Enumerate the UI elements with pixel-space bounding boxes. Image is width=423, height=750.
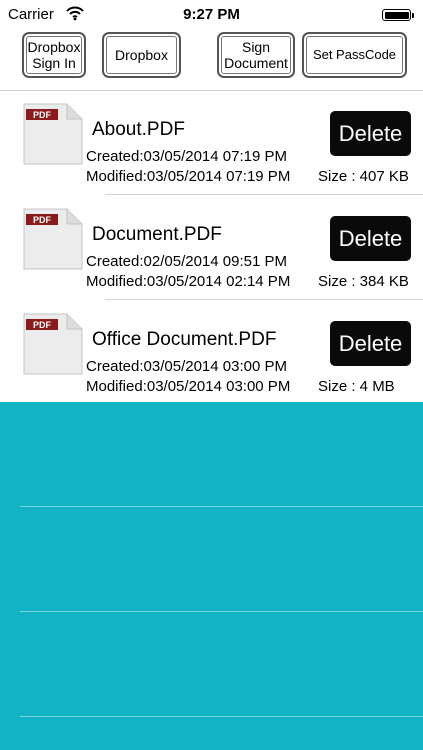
empty-row-divider bbox=[20, 506, 423, 507]
file-name: Office Document.PDF bbox=[92, 329, 277, 350]
file-created: Created:02/05/2014 09:51 PM bbox=[86, 253, 287, 270]
file-modified: Modified:03/05/2014 03:00 PM bbox=[86, 378, 291, 395]
sign-document-button[interactable]: Sign Document bbox=[217, 32, 295, 78]
pdf-file-icon: PDF bbox=[23, 313, 83, 375]
file-size: Size : 407 KB bbox=[318, 168, 409, 185]
file-size: Size : 384 KB bbox=[318, 273, 409, 290]
dropbox-sign-in-button[interactable]: Dropbox Sign In bbox=[22, 32, 86, 78]
pdf-icon-label: PDF bbox=[33, 110, 52, 120]
pdf-file-icon: PDF bbox=[23, 208, 83, 270]
file-name: Document.PDF bbox=[92, 224, 222, 245]
row-divider bbox=[105, 194, 423, 195]
battery-icon bbox=[382, 9, 411, 21]
set-passcode-button[interactable]: Set PassCode bbox=[302, 32, 407, 78]
file-created: Created:03/05/2014 07:19 PM bbox=[86, 148, 287, 165]
delete-button[interactable]: Delete bbox=[330, 321, 411, 366]
file-modified: Modified:03/05/2014 02:14 PM bbox=[86, 273, 291, 290]
empty-list-area bbox=[0, 402, 423, 750]
empty-row-divider bbox=[20, 716, 423, 717]
delete-button[interactable]: Delete bbox=[330, 111, 411, 156]
dropbox-button[interactable]: Dropbox bbox=[102, 32, 181, 78]
file-created: Created:03/05/2014 03:00 PM bbox=[86, 358, 287, 375]
file-size: Size : 4 MB bbox=[318, 378, 395, 395]
empty-row-divider bbox=[20, 611, 423, 612]
dropbox-sign-in-label-line2: Sign In bbox=[32, 55, 76, 71]
status-bar: Carrier 9:27 PM bbox=[0, 0, 423, 30]
pdf-file-icon: PDF bbox=[23, 103, 83, 165]
sign-document-label-line1: Sign bbox=[241, 39, 271, 55]
battery-tip bbox=[412, 13, 414, 18]
set-passcode-label: Set PassCode bbox=[312, 47, 397, 62]
file-row[interactable]: PDF Document.PDF Created:02/05/2014 09:5… bbox=[0, 196, 423, 300]
pdf-icon-label: PDF bbox=[33, 215, 52, 225]
file-modified: Modified:03/05/2014 07:19 PM bbox=[86, 168, 291, 185]
file-row[interactable]: PDF About.PDF Created:03/05/2014 07:19 P… bbox=[0, 91, 423, 195]
row-divider bbox=[105, 299, 423, 300]
file-name: About.PDF bbox=[92, 119, 185, 140]
pdf-icon-label: PDF bbox=[33, 320, 52, 330]
dropbox-sign-in-label-line1: Dropbox bbox=[27, 39, 81, 55]
dropbox-button-label: Dropbox bbox=[115, 47, 168, 63]
file-row[interactable]: PDF Office Document.PDF Created:03/05/20… bbox=[0, 301, 423, 405]
delete-button[interactable]: Delete bbox=[330, 216, 411, 261]
sign-document-label-line2: Document bbox=[224, 55, 288, 71]
status-time: 9:27 PM bbox=[183, 6, 240, 23]
